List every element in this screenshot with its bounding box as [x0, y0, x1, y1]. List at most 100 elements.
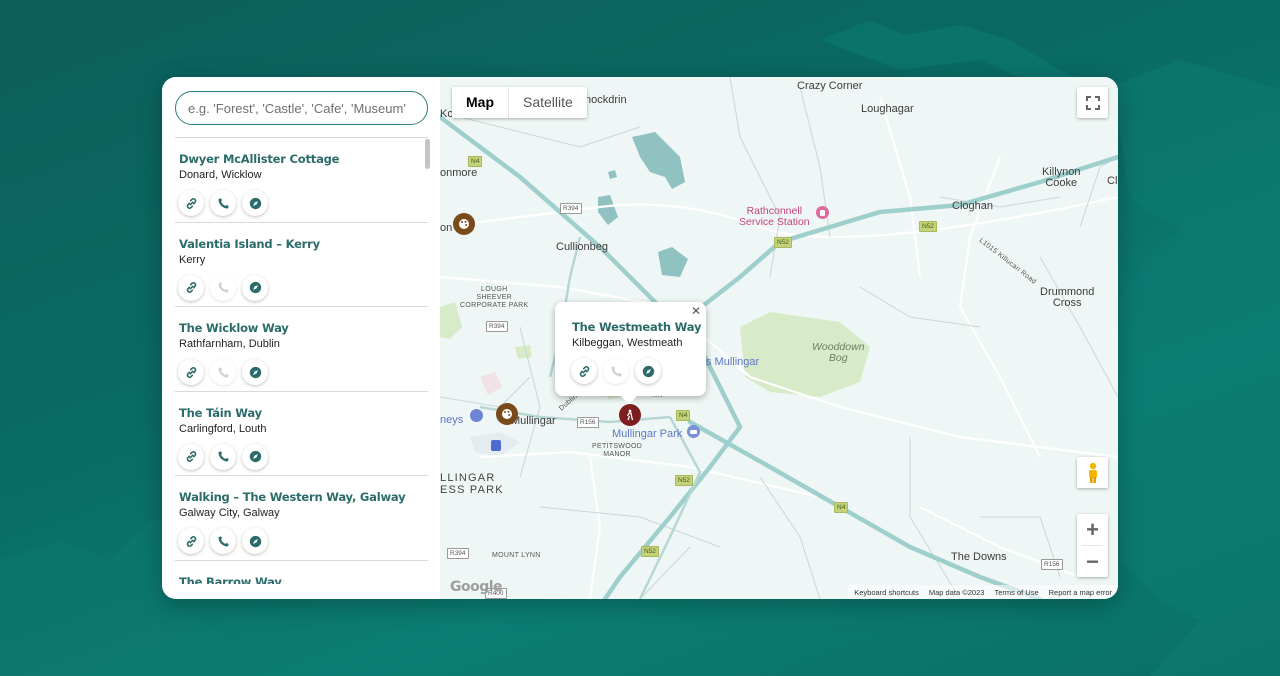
label-s-mullingar: s Mullingar: [706, 356, 760, 368]
phone-icon: [610, 365, 623, 378]
shield-n52: N52: [774, 237, 792, 248]
list-item-title[interactable]: Dwyer McAllister Cottage: [179, 152, 428, 166]
link-icon: [185, 281, 198, 294]
phone-icon: [217, 450, 230, 463]
fullscreen-icon: [1085, 95, 1100, 110]
street-view-pegman-button[interactable]: [1077, 457, 1108, 488]
website-link-button[interactable]: [571, 358, 597, 384]
list-item[interactable]: The Wicklow Way Rathfarnham, Dublin: [175, 307, 428, 392]
list-item[interactable]: Walking – The Western Way, Galway Galway …: [175, 476, 428, 561]
fuel-station-icon[interactable]: [816, 206, 829, 219]
hiker-icon: [626, 409, 634, 421]
phone-icon: [217, 281, 230, 294]
label-onmore: onmore: [440, 167, 478, 179]
list-item-title[interactable]: The Táin Way: [179, 406, 428, 420]
list-item[interactable]: Dwyer McAllister Cottage Donard, Wicklow: [175, 138, 428, 223]
label-nockdrin: nockdrin: [585, 94, 627, 106]
shield-n52: N52: [919, 221, 937, 232]
terms-of-use-link[interactable]: Terms of Use: [994, 588, 1038, 597]
map-base: [440, 77, 1118, 599]
close-icon[interactable]: ✕: [691, 304, 701, 318]
map-type-map-button[interactable]: Map: [452, 87, 509, 118]
list-item-location: Rathfarnham, Dublin: [179, 338, 280, 350]
label-the-downs: The Downs: [951, 551, 1007, 563]
website-link-button[interactable]: [178, 359, 204, 385]
map-view[interactable]: Crazy Corner Loughagar Killynon Cooke Cl…: [440, 77, 1118, 599]
label-loughagar: Loughagar: [861, 103, 914, 115]
compass-icon: [249, 197, 262, 210]
google-logo: Google: [450, 579, 503, 595]
list-item-title[interactable]: The Wicklow Way: [179, 321, 428, 335]
list-item[interactable]: Valentia Island – Kerry Kerry: [175, 223, 428, 307]
list-scrollbar[interactable]: [425, 139, 430, 169]
zoom-out-button[interactable]: −: [1077, 546, 1108, 577]
shield-r394: R394: [447, 548, 469, 559]
directions-button[interactable]: [635, 358, 661, 384]
link-icon: [185, 366, 198, 379]
label-rathconnell: Rathconnell Service Station: [739, 205, 810, 228]
label-cloghan: Cloghan: [952, 200, 993, 212]
map-data-attribution: Map data ©2023: [928, 587, 985, 597]
shield-r156: R156: [577, 417, 599, 428]
shield-r394: R394: [560, 203, 582, 214]
label-drummond-cross: Drummond Cross: [1040, 286, 1095, 309]
list-item-actions: [178, 274, 428, 301]
list-item-location: Kerry: [179, 253, 206, 266]
list-item-title[interactable]: Valentia Island – Kerry: [179, 237, 428, 251]
shield-r156: R156: [1041, 559, 1063, 570]
directions-button[interactable]: [242, 274, 268, 301]
popup-location: Kilbeggan, Westmeath: [572, 337, 683, 349]
directions-button[interactable]: [242, 359, 268, 385]
train-station-icon[interactable]: [491, 440, 501, 451]
results-list[interactable]: Dwyer McAllister Cottage Donard, Wicklow V…: [175, 138, 428, 584]
compass-icon: [249, 535, 262, 548]
keyboard-shortcuts-link[interactable]: Keyboard shortcuts: [854, 588, 919, 597]
walking-trail-marker[interactable]: [619, 404, 641, 426]
call-phone-button[interactable]: [210, 528, 236, 554]
shopping-icon[interactable]: [470, 409, 483, 422]
website-link-button[interactable]: [178, 274, 204, 301]
list-item[interactable]: The Táin Way Carlingford, Louth: [175, 392, 428, 476]
art-gallery-marker[interactable]: [496, 403, 518, 425]
directions-button[interactable]: [242, 443, 268, 470]
label-cl: Cl: [1107, 175, 1118, 187]
list-item-actions: [178, 190, 428, 216]
label-petitswood: PETITSWOOD MANOR: [592, 443, 643, 458]
zoom-in-button[interactable]: +: [1077, 514, 1108, 545]
directions-button[interactable]: [242, 528, 268, 554]
pegman-icon: [1088, 462, 1097, 483]
popup-actions: [571, 358, 706, 384]
info-window: ✕ The Westmeath Way Kilbeggan, Westmeath: [555, 302, 706, 404]
hotel-icon[interactable]: [687, 425, 700, 438]
map-type-control: Map Satellite: [452, 87, 587, 118]
shield-n4: N4: [676, 410, 691, 421]
phone-icon: [217, 197, 230, 210]
website-link-button[interactable]: [178, 528, 204, 554]
shield-n4: N4: [834, 502, 849, 513]
list-item-title[interactable]: Walking – The Western Way, Galway: [179, 490, 428, 504]
results-sidebar: Dwyer McAllister Cottage Donard, Wicklow V…: [162, 77, 440, 599]
list-item-location: Galway City, Galway: [179, 507, 280, 519]
list-item-title[interactable]: The Barrow Way: [179, 575, 428, 585]
fullscreen-button[interactable]: [1077, 87, 1108, 118]
call-phone-button[interactable]: [210, 443, 236, 470]
search-input[interactable]: [175, 91, 428, 125]
website-link-button[interactable]: [178, 190, 204, 216]
map-type-satellite-button[interactable]: Satellite: [509, 87, 587, 118]
label-cullionbeg: Cullionbeg: [556, 241, 608, 253]
phone-icon: [217, 535, 230, 548]
list-item-actions: [178, 443, 428, 470]
call-phone-button[interactable]: [210, 190, 236, 216]
directions-button[interactable]: [242, 190, 268, 216]
list-item[interactable]: The Barrow Way: [175, 561, 428, 585]
label-neys: neys: [440, 414, 464, 426]
zoom-control: + −: [1077, 514, 1108, 577]
website-link-button[interactable]: [178, 443, 204, 470]
call-phone-button: [210, 274, 236, 301]
label-mullingar-park: Mullingar Park: [612, 428, 683, 440]
phone-icon: [217, 366, 230, 379]
call-phone-button: [210, 359, 236, 385]
label-on: on: [440, 222, 453, 234]
art-gallery-marker[interactable]: [453, 213, 475, 235]
report-map-error-link[interactable]: Report a map error: [1049, 588, 1112, 597]
